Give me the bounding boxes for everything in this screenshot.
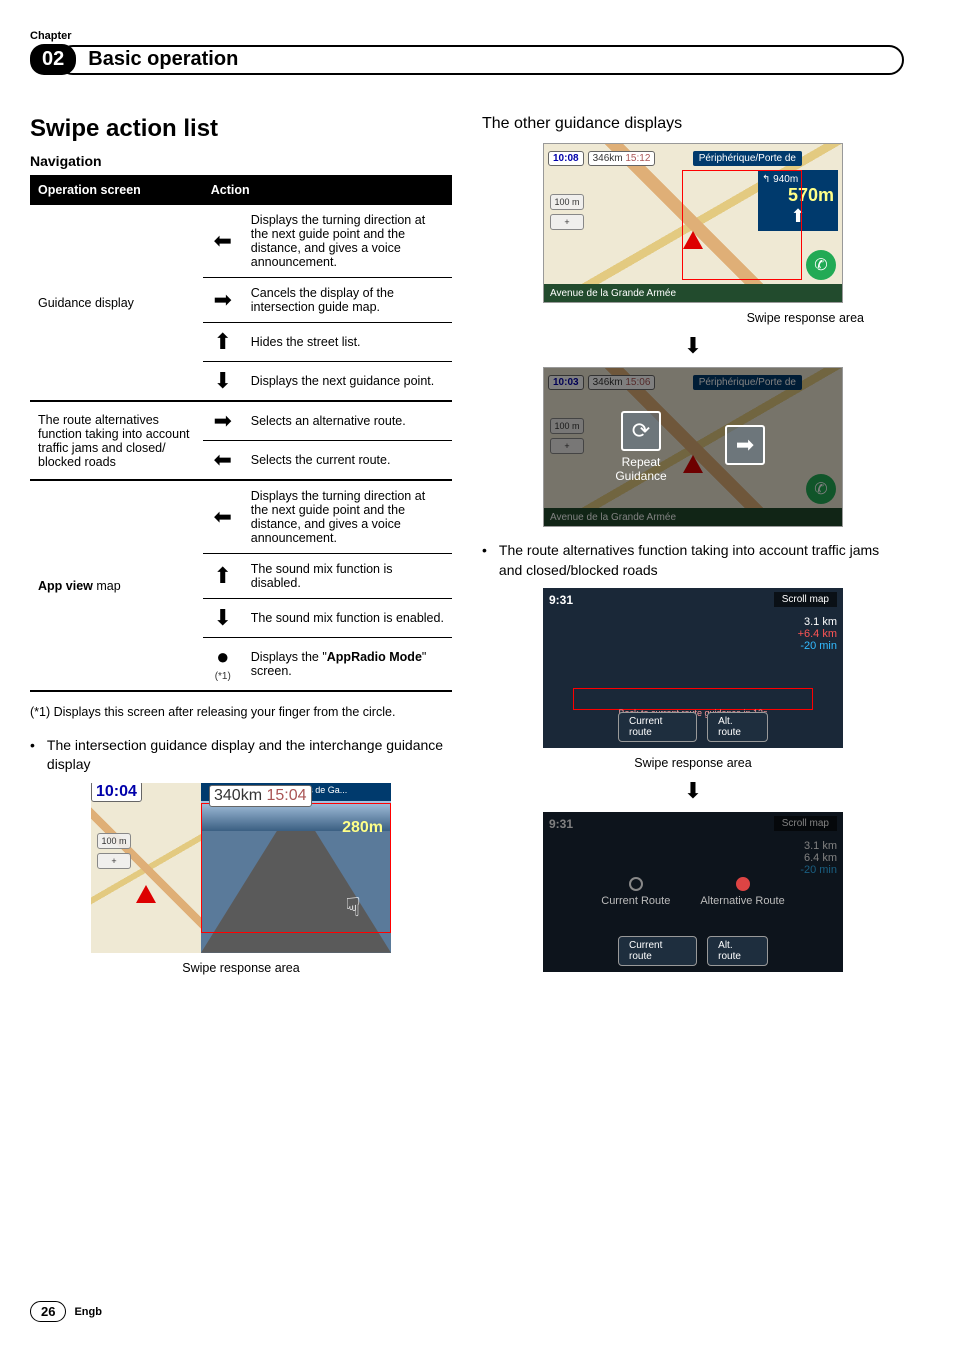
bullet-icon: • <box>482 541 487 580</box>
bullet-icon: • <box>30 736 35 775</box>
th-action: Action <box>203 175 452 205</box>
phone-icon: ✆ <box>806 250 836 280</box>
desc-cell: Displays the turning direction at the ne… <box>243 480 452 554</box>
desc-cell: Displays the turning direction at the ne… <box>243 205 452 278</box>
swipe-table: Operation screen Action Guidance display… <box>30 175 452 692</box>
next-arrow-button[interactable]: ➡ <box>705 425 785 469</box>
arrow-right-icon: ➡ <box>214 408 232 433</box>
time-badge: 10:08 <box>548 151 584 166</box>
page-number: 26 <box>30 1301 66 1322</box>
chapter-number-pill: 02 <box>30 44 76 75</box>
route-alt-screenshot-2: 9:31 Scroll map 3.1 km 6.4 km -20 min Cu… <box>543 812 843 972</box>
left-column: Swipe action list Navigation Operation s… <box>30 115 452 980</box>
guidance-screenshot-2: 10:03 346km 15:06 Périphérique/Porte de … <box>543 367 843 527</box>
current-route-option[interactable]: Current Route <box>601 877 670 907</box>
arrow-left-icon: ⬅ <box>214 447 232 472</box>
desc-cell: The sound mix function is enabled. <box>243 599 452 638</box>
current-route-button[interactable]: Current route <box>618 936 697 966</box>
route-metrics: 3.1 km +6.4 km -20 min <box>798 616 837 652</box>
junction-guidance-screenshot: 10:04 100 m + Aéroport Charles de Ga... … <box>91 783 391 953</box>
chapter-header: 02 Basic operation <box>30 44 904 75</box>
arrow-left-icon: ⬅ <box>214 228 232 253</box>
desc-cell: The sound mix function is disabled. <box>243 554 452 599</box>
dist-eta-badge: 346km 15:12 <box>588 151 656 166</box>
desc-cell: Displays the next guidance point. <box>243 362 452 402</box>
subsection-title: Navigation <box>30 153 452 169</box>
route-alt-screenshot-1: 9:31 Scroll map 3.1 km +6.4 km -20 min B… <box>543 588 843 748</box>
hold-circle-icon: ● <box>216 644 229 669</box>
swipe-area-outline <box>573 688 813 710</box>
guidance-screenshot-1: 10:08 346km 15:12 Périphérique/Porte de … <box>543 143 843 303</box>
vehicle-marker-icon <box>136 885 156 903</box>
current-route-button[interactable]: Current route <box>618 712 697 742</box>
plus-icon: + <box>550 214 584 230</box>
desc-cell: Selects an alternative route. <box>243 401 452 441</box>
language-code: Engb <box>74 1306 102 1318</box>
scale-badge: 100 m <box>97 833 131 849</box>
chapter-title-bar: Basic operation <box>58 45 904 75</box>
section-title: Swipe action list <box>30 115 452 143</box>
desc-cell: Selects the current route. <box>243 441 452 481</box>
right-heading: The other guidance displays <box>482 115 904 133</box>
bullet-route-alternatives: • The route alternatives function taking… <box>482 541 904 580</box>
plus-icon: + <box>97 853 131 869</box>
arrow-down-icon: ⬇ <box>214 605 232 630</box>
desc-cell: Hides the street list. <box>243 323 452 362</box>
alternative-route-option[interactable]: Alternative Route <box>700 877 784 907</box>
scroll-map-label: Scroll map <box>774 592 837 607</box>
swipe-caption: Swipe response area <box>30 961 452 975</box>
swipe-caption: Swipe response area <box>482 756 904 770</box>
op-app-view-map: App view map <box>30 480 203 691</box>
swipe-caption: Swipe response area <box>482 311 904 325</box>
hold-note: (*1) <box>215 671 231 682</box>
street-bar: Avenue de la Grande Armée <box>544 284 842 302</box>
arrow-left-icon: ⬅ <box>214 504 232 529</box>
arrow-down-icon: ⬇ <box>482 333 904 359</box>
repeat-guidance-button[interactable]: ⟳ Repeat Guidance <box>601 411 681 483</box>
destination-badge: Périphérique/Porte de <box>693 151 802 166</box>
desc-cell: Displays the "AppRadio Mode" screen. <box>243 638 452 692</box>
page-footer: 26 Engb <box>30 1301 102 1322</box>
dist-eta-badge: 340km 15:04 <box>209 785 312 807</box>
th-operation: Operation screen <box>30 175 203 205</box>
swipe-area-outline <box>201 803 391 933</box>
arrow-down-icon: ⬇ <box>482 778 904 804</box>
repeat-guidance-icon: ⟳ <box>621 411 661 451</box>
op-guidance-display: Guidance display <box>30 205 203 401</box>
op-route-alternatives: The route alternatives function taking i… <box>30 401 203 480</box>
right-column: The other guidance displays 10:08 346km … <box>482 115 904 980</box>
arrow-down-icon: ⬇ <box>214 368 232 393</box>
radio-icon <box>629 877 643 891</box>
bullet-intersection: • The intersection guidance display and … <box>30 736 452 775</box>
swipe-area-outline <box>682 170 802 280</box>
arrow-right-icon: ➡ <box>725 425 765 465</box>
arrow-up-icon: ⬆ <box>214 563 232 588</box>
time-badge: 10:04 <box>91 783 142 802</box>
alt-route-button[interactable]: Alt. route <box>707 712 768 742</box>
alt-route-button[interactable]: Alt. route <box>707 936 768 966</box>
footnote: (*1) Displays this screen after releasin… <box>30 704 452 722</box>
time-badge: 9:31 <box>549 593 573 607</box>
scale-badge: 100 m <box>550 194 584 210</box>
radio-selected-icon <box>736 877 750 891</box>
desc-cell: Cancels the display of the intersection … <box>243 278 452 323</box>
overlay-layer: ⟳ Repeat Guidance ➡ <box>544 368 842 526</box>
arrow-up-icon: ⬆ <box>214 329 232 354</box>
arrow-right-icon: ➡ <box>214 287 232 312</box>
chapter-label: Chapter <box>30 30 904 42</box>
